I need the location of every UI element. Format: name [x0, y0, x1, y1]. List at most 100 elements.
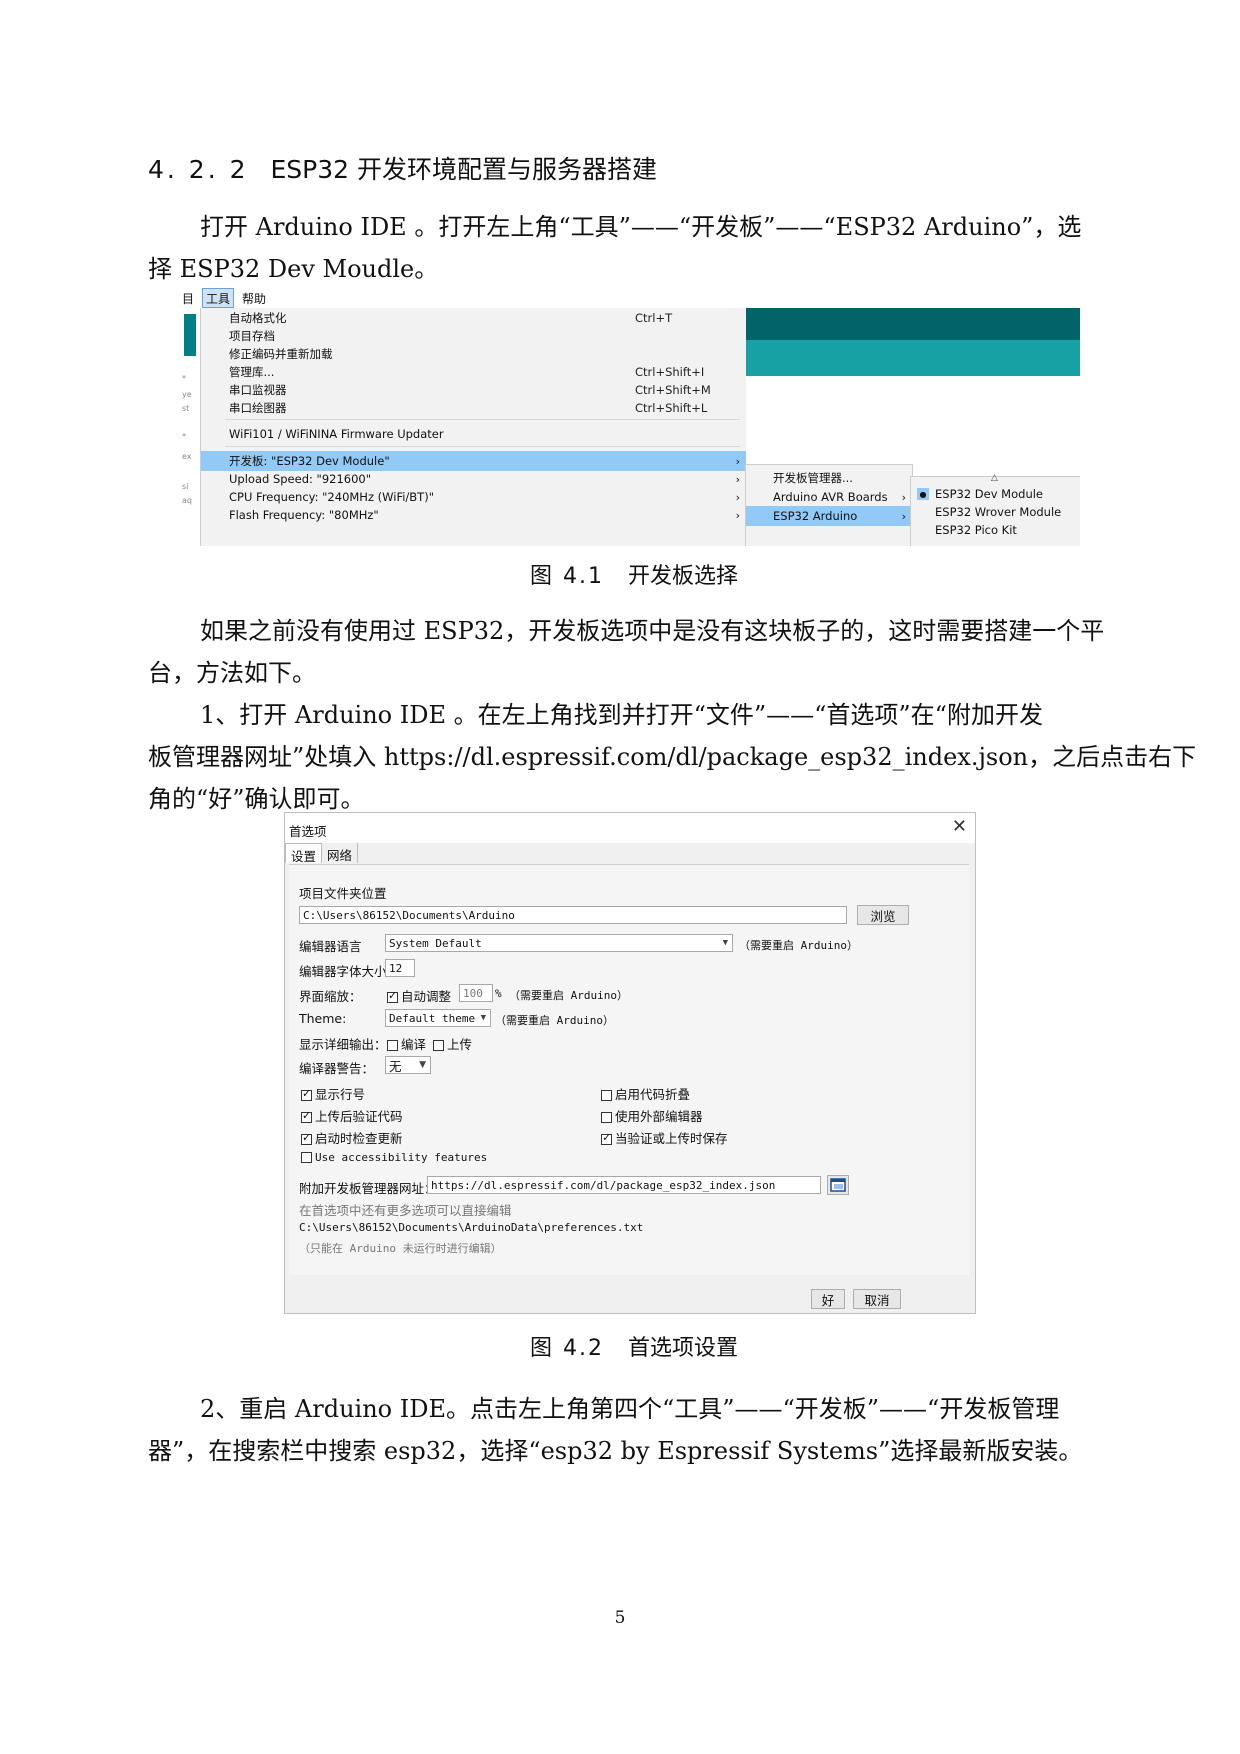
scroll-up-icon[interactable]: △ [991, 473, 998, 483]
scale-auto-checkbox[interactable]: 自动调整 [387, 986, 451, 1005]
check-updates-startup[interactable]: 启动时检查更新 [301, 1128, 403, 1147]
menu-item-cpu-frequency[interactable]: CPU Frequency: "240MHz (WiFi/BT)" › [201, 487, 746, 507]
verbose-label: 显示详细输出： [299, 1037, 387, 1052]
menu-item-shortcut: Ctrl+Shift+M [635, 383, 711, 397]
code-fragment: * [182, 432, 186, 441]
theme-label: Theme: [299, 1011, 347, 1026]
submenu-item-boards-manager[interactable]: 开发板管理器... [746, 468, 912, 488]
menu-item-label: WiFi101 / WiFiNINA Firmware Updater [229, 427, 444, 441]
menu-item-label: Upload Speed: "921600" [229, 472, 372, 486]
sketch-location-label: 项目文件夹位置 [299, 886, 387, 901]
board-option-label: ESP32 Wrover Module [935, 505, 1062, 519]
menu-item-upload-speed[interactable]: Upload Speed: "921600" › [201, 469, 746, 489]
dialog-tabs: 设置 网络 [285, 843, 359, 864]
check-save-verify[interactable]: 当验证或上传时保存 [601, 1128, 728, 1147]
code-fragment: ye [182, 390, 192, 399]
verbose-upload-checkbox[interactable]: 上传 [433, 1034, 472, 1053]
check-verify-upload[interactable]: 上传后验证代码 [301, 1106, 403, 1125]
checkbox-icon [301, 1109, 312, 1123]
check-label: 上传后验证代码 [315, 1109, 403, 1124]
tab-network[interactable]: 网络 [322, 843, 359, 863]
check-code-folding[interactable]: 启用代码折叠 [601, 1084, 690, 1103]
check-external-editor[interactable]: 使用外部编辑器 [601, 1106, 703, 1125]
verbose-compile-checkbox[interactable]: 编译 [387, 1034, 426, 1053]
check-accessibility[interactable]: Use accessibility features [301, 1151, 487, 1164]
submenu-item-esp32-arduino[interactable]: ESP32 Arduino › [746, 506, 912, 526]
sketch-location-input[interactable]: C:\Users\86152\Documents\Arduino [299, 906, 847, 924]
menubar: 目 工具 帮助 [180, 288, 268, 308]
editor-language-select[interactable]: System Default ▼ [385, 934, 733, 952]
menu-item-firmware-updater[interactable]: WiFi101 / WiFiNINA Firmware Updater [201, 424, 746, 444]
menu-item-label: 自动格式化 [229, 311, 287, 325]
paragraph-line: 如果之前没有使用过 ESP32，开发板选项中是没有这块板子的，这时需要搭建一个平 [200, 617, 1105, 645]
menu-separator [225, 419, 740, 420]
menu-help[interactable]: 帮助 [240, 288, 268, 308]
paragraph-intro: 打开 Arduino IDE 。打开左上角“工具”——“开发板”——“ESP32… [148, 206, 1128, 290]
submenu-item-label: 开发板管理器... [773, 471, 853, 485]
menu-item-fix-encoding[interactable]: 修正编码并重新加载 [201, 344, 746, 364]
menu-item-label: 修正编码并重新加载 [229, 347, 333, 361]
restart-note: （需要重启 Arduino） [495, 1014, 614, 1027]
checkbox-icon [601, 1131, 612, 1145]
tab-settings[interactable]: 设置 [285, 843, 323, 864]
edit-urls-button[interactable] [827, 1175, 849, 1195]
restart-note: （需要重启 Arduino） [509, 989, 628, 1002]
menu-sketch[interactable]: 目 [180, 288, 196, 308]
figure-caption-text: 开发板选择 [627, 564, 738, 589]
scale-auto-label: 自动调整 [401, 989, 452, 1004]
scale-label: 界面缩放： [299, 989, 362, 1004]
paragraph-line: 板管理器网址”处填入 https://dl.espressif.com/dl/p… [148, 743, 1197, 771]
scale-unit: % [495, 987, 502, 1000]
check-label: 当验证或上传时保存 [615, 1131, 728, 1146]
editor-language-value: System Default [389, 936, 482, 950]
menu-tools[interactable]: 工具 [202, 288, 235, 308]
dialog-title: 首选项 [289, 824, 327, 839]
menu-item-auto-format[interactable]: 自动格式化 Ctrl+T [201, 308, 746, 328]
checkbox-icon [433, 1040, 444, 1051]
prefs-file-path[interactable]: C:\Users\86152\Documents\ArduinoData\pre… [299, 1221, 643, 1234]
submenu-item-avr-boards[interactable]: Arduino AVR Boards › [746, 487, 912, 507]
menu-item-serial-plotter[interactable]: 串口绘图器 Ctrl+Shift+L [201, 398, 746, 418]
check-label: 显示行号 [315, 1087, 366, 1102]
theme-select[interactable]: Default theme ▼ [385, 1009, 491, 1027]
close-icon[interactable]: ✕ [952, 816, 967, 837]
menu-item-flash-frequency[interactable]: Flash Frequency: "80MHz" › [201, 505, 746, 525]
checkbox-icon [301, 1087, 312, 1101]
menu-separator [225, 446, 740, 447]
warnings-select[interactable]: 无 ▼ [385, 1056, 431, 1074]
board-option-label: ESP32 Pico Kit [935, 523, 1017, 537]
submenu-item-label: ESP32 Arduino [773, 509, 858, 523]
warnings-label: 编译器警告： [299, 1061, 375, 1076]
edit-only-note: （只能在 Arduino 未运行时进行编辑） [299, 1242, 502, 1255]
verbose-upload-label: 上传 [447, 1037, 473, 1052]
board-option-wrover[interactable]: ESP32 Wrover Module [911, 503, 1080, 521]
menu-item-manage-libraries[interactable]: 管理库... Ctrl+Shift+I [201, 362, 746, 382]
board-option-dev-module[interactable]: ● ESP32 Dev Module [911, 485, 1080, 503]
toolbar-strip [184, 314, 196, 356]
code-fragment: * [182, 374, 186, 383]
check-line-numbers[interactable]: 显示行号 [301, 1084, 365, 1103]
font-size-input[interactable]: 12 [385, 959, 415, 977]
ok-button[interactable]: 好 [811, 1289, 845, 1309]
submenu-arrow-icon: › [735, 472, 740, 486]
menu-item-board[interactable]: 开发板: "ESP32 Dev Module" › [201, 451, 746, 471]
paragraph-step2: 2、重启 Arduino IDE。点击左上角第四个“工具”——“开发板”——“开… [148, 1388, 1128, 1472]
restart-note: （需要重启 Arduino） [739, 939, 858, 952]
esp32-board-submenu: △ ● ESP32 Dev Module ESP32 Wrover Module… [910, 473, 1080, 546]
paragraph-line: 择 ESP32 Dev Moudle。 [148, 255, 439, 283]
verbose-compile-label: 编译 [401, 1037, 427, 1052]
menu-item-archive[interactable]: 项目存档 [201, 326, 746, 346]
submenu-arrow-icon: › [735, 508, 740, 522]
scale-value-input[interactable]: 100 [459, 984, 493, 1002]
page-number: 5 [614, 1608, 626, 1628]
boards-url-input[interactable]: https://dl.espressif.com/dl/package_esp3… [427, 1176, 821, 1194]
menu-item-label: 串口监视器 [229, 383, 287, 397]
menu-item-label: 串口绘图器 [229, 401, 287, 415]
figure-board-menu: 目 工具 帮助 * ye st * ex si aq 自动格式化 Ctrl+T … [180, 288, 1080, 546]
browse-button[interactable]: 浏览 [857, 905, 909, 925]
selected-bullet-icon: ● [917, 488, 929, 500]
menu-item-serial-monitor[interactable]: 串口监视器 Ctrl+Shift+M [201, 380, 746, 400]
cancel-button[interactable]: 取消 [853, 1289, 901, 1309]
section-heading: 4. 2. 2 ESP32 开发环境配置与服务器搭建 [148, 150, 657, 186]
board-option-pico-kit[interactable]: ESP32 Pico Kit [911, 521, 1080, 539]
